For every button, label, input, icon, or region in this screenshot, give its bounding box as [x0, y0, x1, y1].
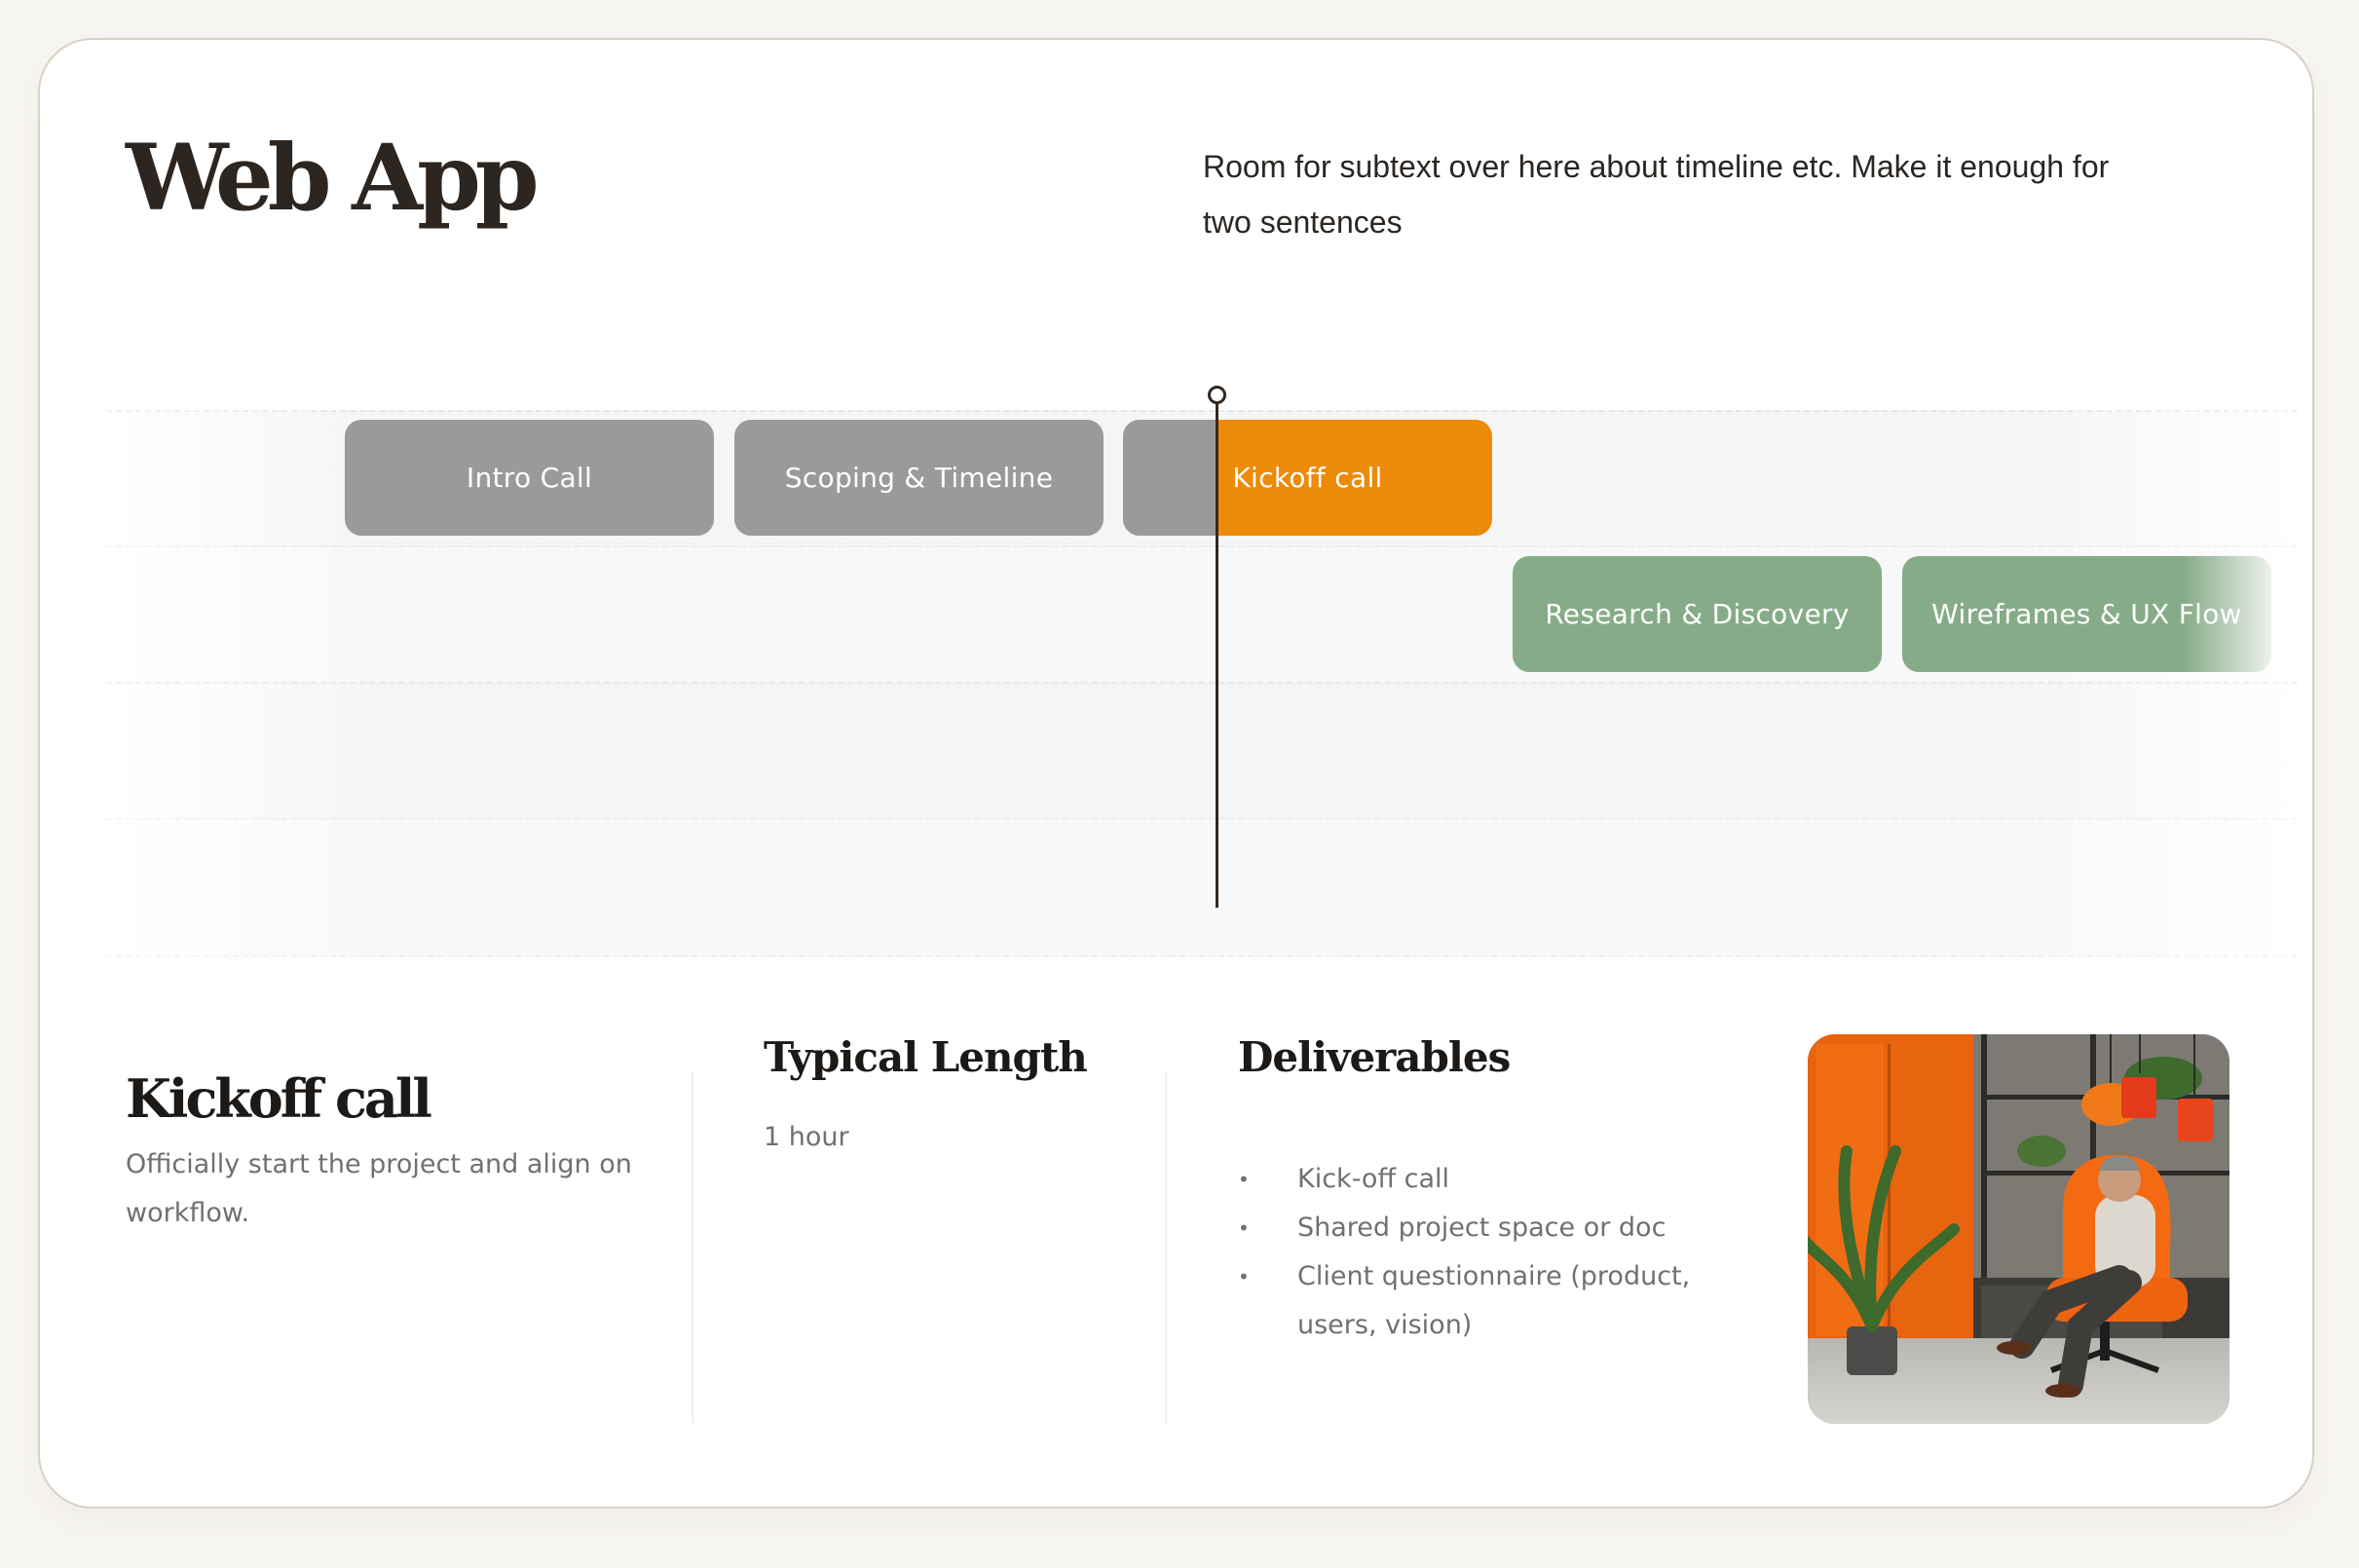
phase-label: Research & Discovery: [1545, 598, 1850, 630]
typical-length-value: 1 hour: [764, 1122, 849, 1152]
column-divider: [692, 1072, 693, 1423]
phase-label: Kickoff call: [1232, 462, 1383, 494]
page-title: Web App: [126, 125, 540, 232]
deliverables-heading: Deliverables: [1238, 1033, 1511, 1081]
playhead-line: [1216, 397, 1218, 908]
phase-wireframes-ux-flow[interactable]: Wireframes & UX Flow: [1902, 556, 2271, 672]
phase-research-discovery[interactable]: Research & Discovery: [1513, 556, 1882, 672]
phase-label: Wireframes & UX Flow: [1931, 598, 2242, 630]
deliverable-item: Shared project space or doc: [1238, 1204, 1725, 1252]
phase-label: Scoping & Timeline: [784, 462, 1054, 494]
playhead-handle[interactable]: [1208, 386, 1226, 404]
project-card: Web App Room for subtext over here about…: [38, 38, 2314, 1509]
phase-intro-call[interactable]: Intro Call: [345, 420, 714, 536]
detail-title: Kickoff call: [126, 1067, 432, 1130]
phase-label: Intro Call: [466, 462, 593, 494]
column-divider: [1165, 1072, 1167, 1423]
deliverables-list: Kick-off call Shared project space or do…: [1238, 1155, 1725, 1350]
deliverable-item: Kick-off call: [1238, 1155, 1725, 1204]
man-in-orange-armchair-photo: [1808, 1034, 2229, 1424]
typical-length-heading: Typical Length: [764, 1033, 1088, 1081]
phase-scoping-timeline[interactable]: Scoping & Timeline: [734, 420, 1104, 536]
timeline-lane: [106, 818, 2298, 957]
header-subtext: Room for subtext over here about timelin…: [1203, 149, 2110, 240]
timeline: Intro Call Scoping & Timeline Kickoff ca…: [106, 371, 2298, 957]
detail-description: Officially start the project and align o…: [126, 1149, 632, 1228]
phase-kickoff-call[interactable]: Kickoff call: [1123, 420, 1492, 536]
timeline-lane: [106, 682, 2298, 819]
deliverable-item: Client questionnaire (product, users, vi…: [1238, 1252, 1725, 1350]
